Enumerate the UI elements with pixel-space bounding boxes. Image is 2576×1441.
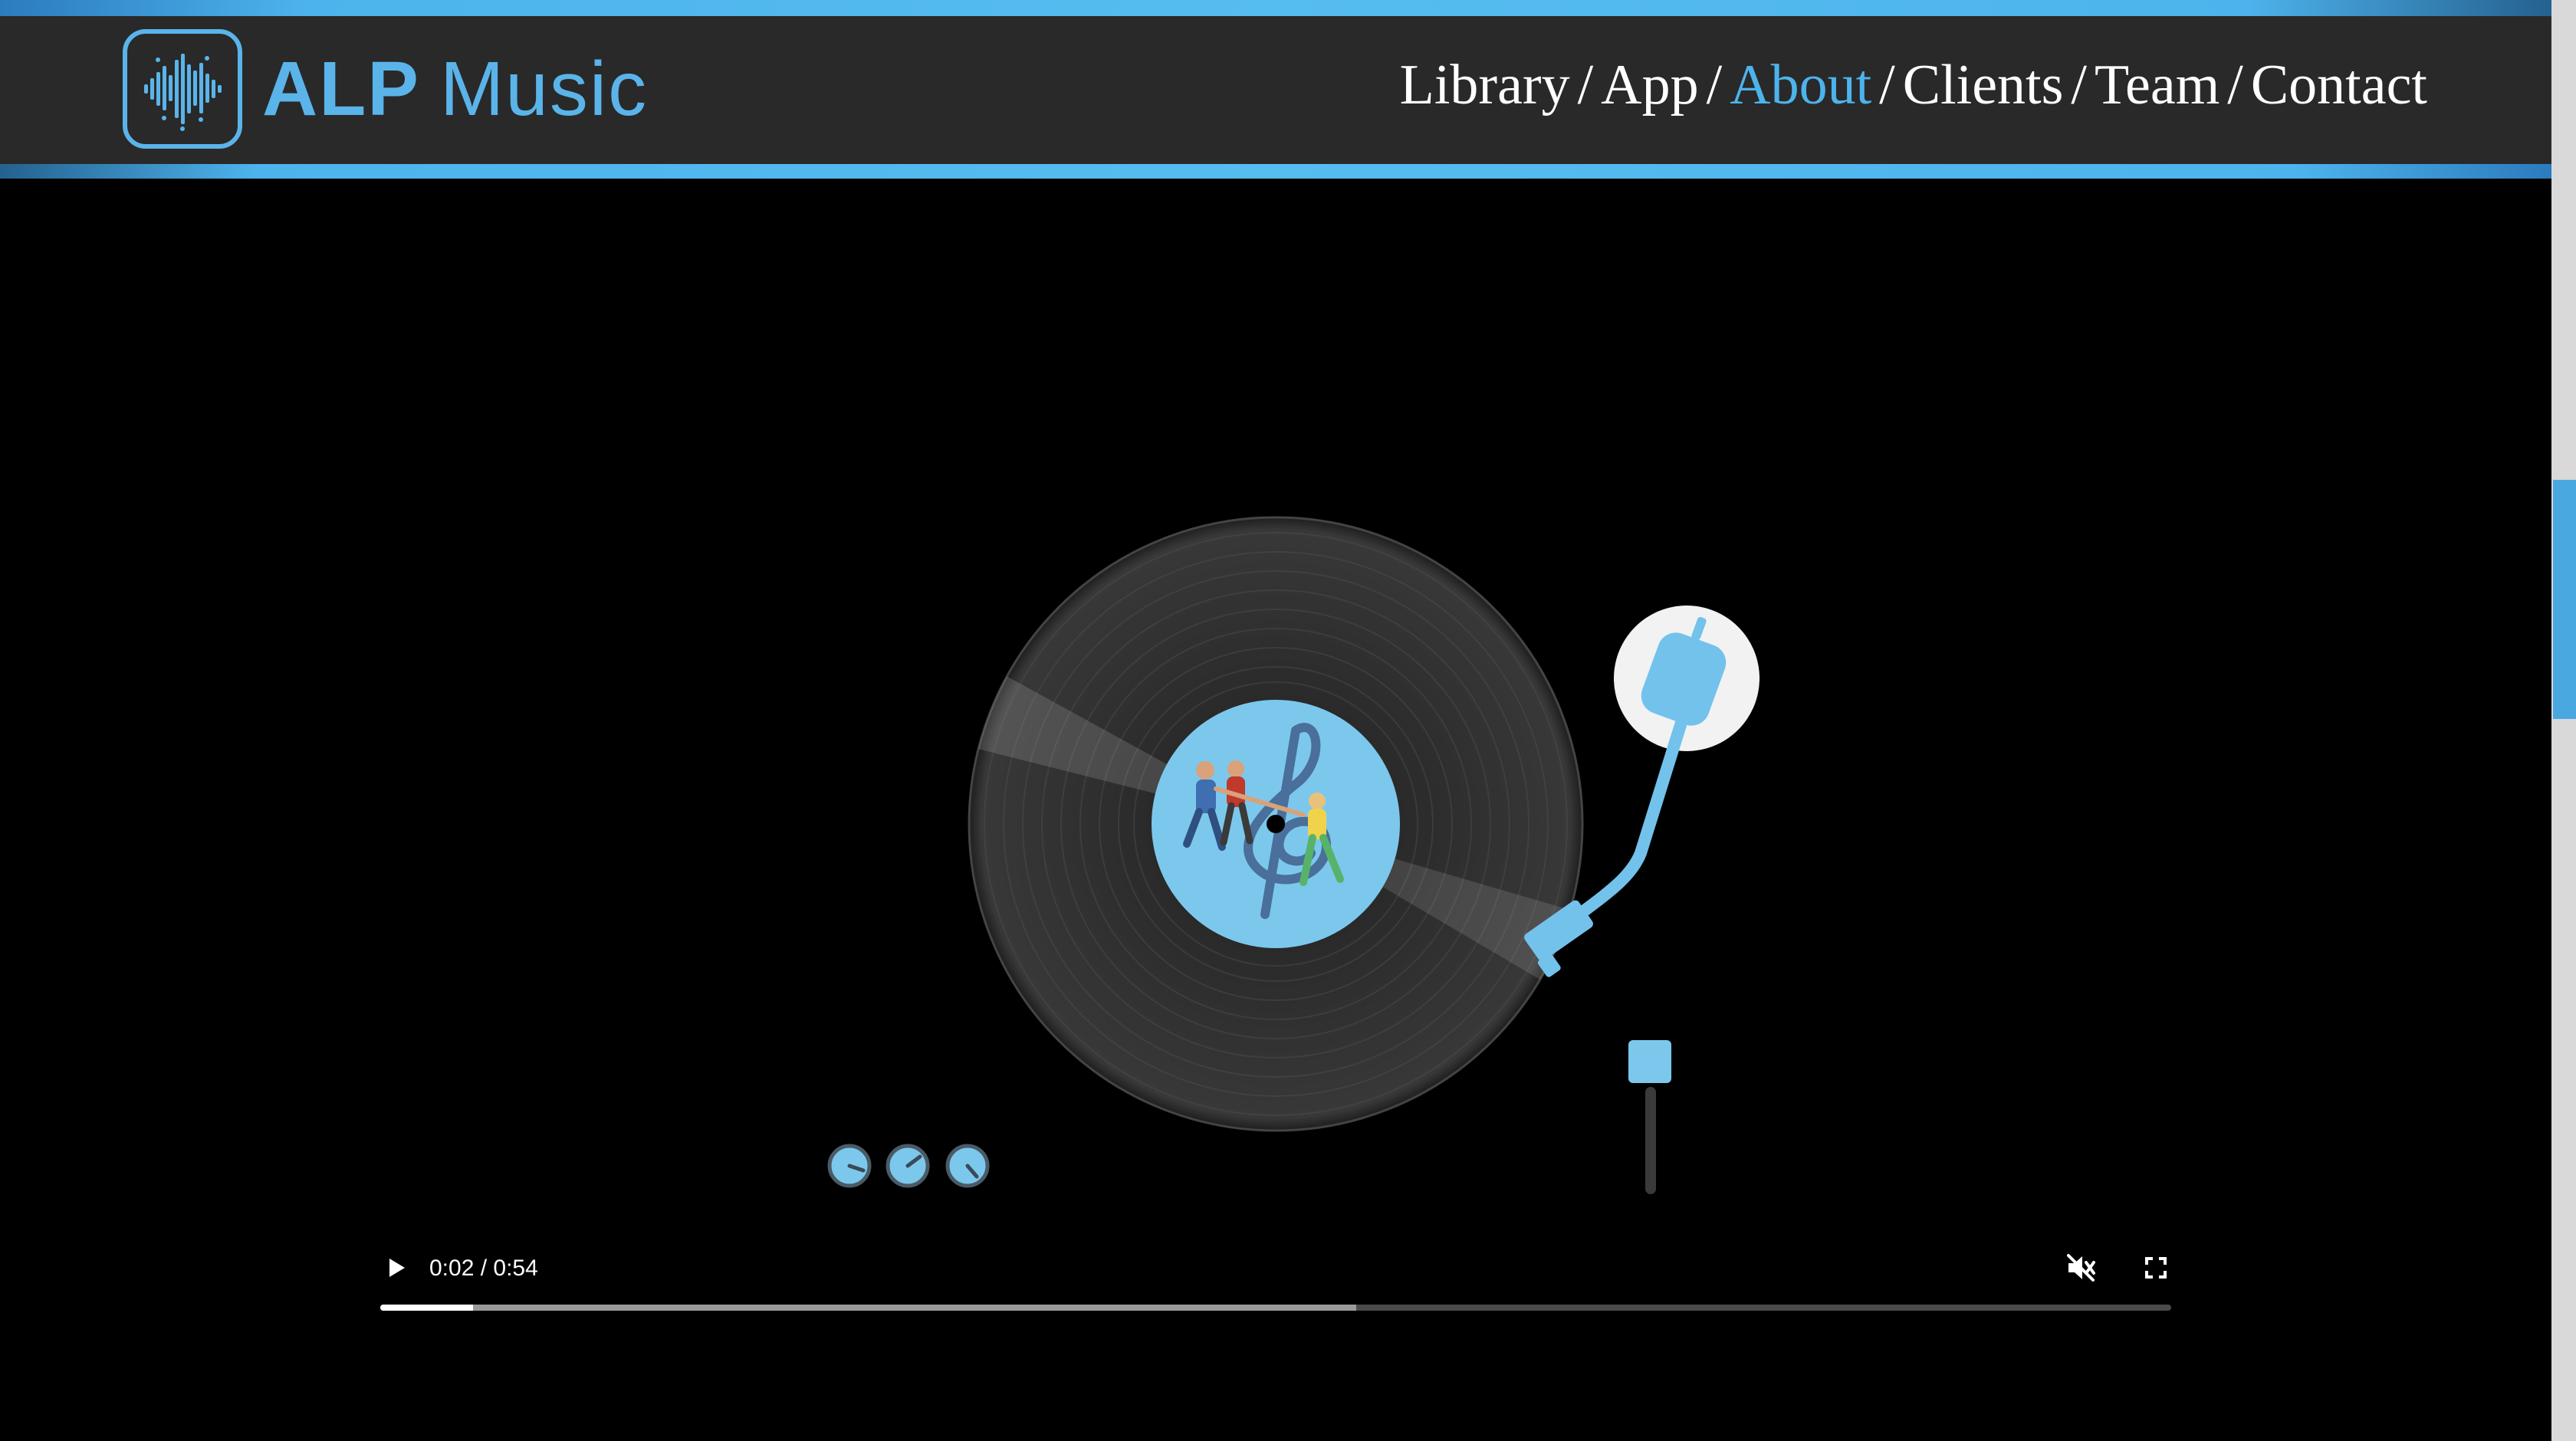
nav-item-clients[interactable]: Clients xyxy=(1903,54,2064,117)
nav-item-team[interactable]: Team xyxy=(2095,54,2220,117)
nav-item-library[interactable]: Library xyxy=(1400,54,1570,117)
speed-knob-1[interactable] xyxy=(827,1144,872,1188)
header-accent-bar-top xyxy=(0,0,2551,16)
fullscreen-icon xyxy=(2145,1257,2167,1279)
record-label xyxy=(1152,700,1400,948)
fullscreen-button[interactable] xyxy=(2141,1252,2171,1283)
page-scrollbar[interactable] xyxy=(2551,0,2576,1441)
time-display: 0:02 / 0:54 xyxy=(429,1256,538,1281)
brand-name-bold: ALP xyxy=(262,46,420,132)
page: ALP Music Library / App / About / Clients / Team /… xyxy=(0,0,2576,1441)
mute-button[interactable] xyxy=(2064,1251,2098,1285)
nav-separator: / xyxy=(2071,54,2087,117)
video-progress-bar[interactable] xyxy=(380,1305,2171,1311)
play-button[interactable] xyxy=(380,1252,411,1283)
brand-logo[interactable]: ALP Music xyxy=(123,29,648,149)
brand-name: ALP Music xyxy=(262,51,648,127)
main-nav: Library / App / About / Clients / Team / Contact xyxy=(1400,57,2427,113)
nav-item-about[interactable]: About xyxy=(1730,54,1871,117)
scrollbar-thumb[interactable] xyxy=(2553,480,2576,719)
nav-separator: / xyxy=(1879,54,1895,117)
waveform-logo-icon xyxy=(123,29,242,149)
nav-item-app[interactable]: App xyxy=(1601,54,1698,117)
pitch-slider[interactable] xyxy=(1628,1040,1671,1194)
play-icon xyxy=(389,1259,405,1277)
progress-played xyxy=(380,1305,474,1311)
progress-buffered xyxy=(380,1305,1357,1311)
nav-item-contact[interactable]: Contact xyxy=(2251,54,2427,117)
brand-name-light: Music xyxy=(440,46,649,132)
header-accent-bar-bottom xyxy=(0,164,2551,179)
muted-speaker-icon xyxy=(2067,1254,2095,1282)
site-header: ALP Music Library / App / About / Clients / Team /… xyxy=(0,0,2551,179)
video-controls: 0:02 / 0:54 xyxy=(380,1242,2171,1311)
nav-separator: / xyxy=(2227,54,2243,117)
nav-separator: / xyxy=(1577,54,1594,117)
speed-knob-3[interactable] xyxy=(945,1144,990,1188)
speed-knob-2[interactable] xyxy=(886,1144,930,1188)
nav-separator: / xyxy=(1706,54,1723,117)
